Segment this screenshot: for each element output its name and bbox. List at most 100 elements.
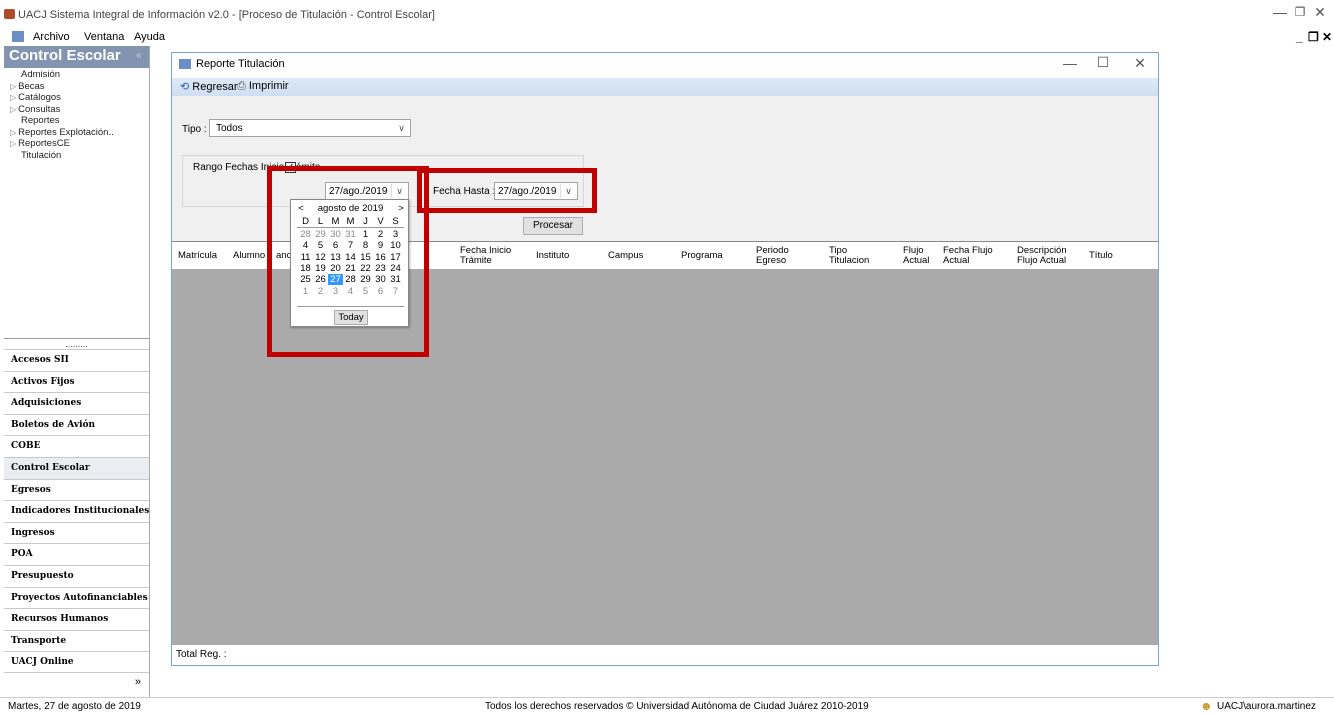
- more-modules-button[interactable]: »: [4, 672, 149, 695]
- tree-item-label: Reportes: [21, 115, 60, 126]
- module-label: Recursos Humanos: [11, 614, 109, 625]
- regresar-label: Regresar: [192, 81, 238, 93]
- tipo-label: Tipo :: [182, 124, 207, 135]
- panel-header: Control Escolar «: [4, 46, 149, 68]
- grid-column-header[interactable]: Descripción Flujo Actual: [1017, 246, 1067, 266]
- tree-item-label: Reportes Explotación..: [18, 126, 114, 138]
- module-button[interactable]: Accesos SII: [4, 349, 149, 371]
- tree-item-label: Becas: [18, 80, 45, 92]
- column-label: Campus: [608, 250, 644, 261]
- module-label: UACJ Online: [11, 657, 74, 668]
- total-label: Total Reg. :: [176, 649, 227, 660]
- chevron-double-down-icon: »: [134, 676, 141, 688]
- status-date: Martes, 27 de agosto de 2019: [8, 701, 141, 712]
- procesar-button[interactable]: Procesar: [523, 217, 583, 235]
- total-bar: Total Reg. :: [172, 644, 1158, 665]
- module-button[interactable]: Proyectos Autofinanciables: [4, 586, 149, 609]
- collapse-panel-icon[interactable]: «: [136, 50, 142, 61]
- column-label: Egreso: [756, 255, 787, 266]
- module-button[interactable]: Egresos: [4, 478, 149, 501]
- module-label: Accesos SII: [11, 355, 69, 365]
- module-label: Presupuesto: [11, 571, 74, 581]
- grid-column-header[interactable]: Instituto: [536, 251, 569, 261]
- module-button[interactable]: UACJ Online: [4, 651, 149, 674]
- module-label: COBE: [11, 441, 41, 452]
- menu-ventana[interactable]: Ventana: [84, 31, 124, 43]
- column-label: Trámite: [460, 255, 492, 266]
- module-button[interactable]: Adquisiciones: [4, 392, 149, 415]
- module-button[interactable]: POA: [4, 543, 149, 566]
- tree-item[interactable]: ▷ Becas: [10, 81, 45, 92]
- module-label: Transporte: [11, 635, 67, 646]
- imprimir-button[interactable]: ⎙ Imprimir: [237, 80, 289, 93]
- module-label: Indicadores Institucionales: [11, 506, 150, 517]
- app-logo-icon: [4, 9, 15, 19]
- menu-bar: [0, 30, 1334, 46]
- child-maximize-icon[interactable]: ☐: [1088, 54, 1118, 71]
- module-label: Control Escolar: [11, 463, 90, 473]
- status-copyright: Todos los derechos reservados © Universi…: [485, 701, 869, 712]
- expand-arrow-icon[interactable]: ▷: [10, 105, 16, 114]
- module-button[interactable]: Indicadores Institucionales: [4, 500, 150, 523]
- panel-header-title: Control Escolar: [9, 47, 121, 64]
- tree-item[interactable]: Admisión: [21, 69, 60, 80]
- module-button[interactable]: Presupuesto: [4, 565, 149, 587]
- module-button[interactable]: Activos Fijos: [4, 370, 149, 393]
- column-label: Actual: [903, 255, 930, 266]
- menu-archivo[interactable]: Archivo: [33, 31, 70, 43]
- expand-arrow-icon[interactable]: ▷: [10, 82, 16, 91]
- regresar-button[interactable]: ⟲ Regresar: [180, 80, 238, 93]
- grid-column-header[interactable]: Periodo Egreso: [756, 246, 789, 266]
- mdi-window-icon: [12, 31, 24, 42]
- module-button[interactable]: COBE: [4, 435, 149, 458]
- column-label: Título: [1089, 250, 1113, 261]
- tree-item[interactable]: ▷ ReportesCE: [10, 138, 70, 149]
- grid-column-header[interactable]: Campus: [608, 251, 643, 261]
- expand-arrow-icon[interactable]: ▷: [10, 139, 16, 148]
- toolbar: [172, 78, 1158, 97]
- tree-item-label: Admisión: [21, 69, 61, 80]
- module-button[interactable]: Control Escolar: [4, 457, 149, 479]
- back-icon: ⟲: [180, 81, 190, 93]
- grid-column-header[interactable]: Tipo Titulacion: [829, 246, 869, 266]
- chevron-down-icon: ∨: [398, 123, 405, 133]
- mdi-minimize-icon[interactable]: _: [1296, 30, 1303, 44]
- tipo-value: Todos: [216, 123, 243, 134]
- column-label: Instituto: [536, 250, 570, 261]
- annotation-box-calendar: [267, 166, 429, 357]
- module-label: Adquisiciones: [11, 398, 82, 409]
- expand-arrow-icon[interactable]: ▷: [10, 93, 16, 102]
- module-button[interactable]: Transporte: [4, 629, 149, 652]
- app-title: UACJ Sistema Integral de Información v2.…: [18, 9, 435, 21]
- grid-column-header[interactable]: Fecha Flujo Actual: [943, 246, 993, 266]
- column-label: Actual: [943, 255, 970, 266]
- grid-column-header[interactable]: Título: [1089, 251, 1113, 261]
- grid-column-header[interactable]: Fecha Inicio Trámite: [460, 246, 511, 266]
- imprimir-label: Imprimir: [248, 80, 289, 92]
- grid-column-header[interactable]: Alumno: [233, 251, 265, 261]
- column-label: Matrícula: [178, 250, 218, 261]
- tree-item[interactable]: Titulación: [21, 150, 61, 161]
- module-button[interactable]: Ingresos: [4, 521, 149, 544]
- module-button[interactable]: Recursos Humanos: [4, 608, 149, 631]
- tree-item[interactable]: Reportes: [21, 115, 60, 126]
- tree-item[interactable]: ▷ Reportes Explotación..: [10, 127, 114, 138]
- child-minimize-icon[interactable]: —: [1055, 55, 1085, 71]
- mdi-close-icon[interactable]: ✕: [1322, 30, 1332, 44]
- grid-column-header[interactable]: Matrícula: [178, 251, 217, 261]
- close-icon[interactable]: ✕: [1305, 4, 1334, 21]
- tree-item-label: Titulación: [21, 149, 62, 161]
- column-label: Flujo Actual: [1017, 255, 1067, 266]
- mdi-restore-icon[interactable]: ❐: [1308, 30, 1319, 44]
- panel-splitter[interactable]: .........: [4, 338, 149, 349]
- grid-column-header[interactable]: Programa: [681, 251, 723, 261]
- expand-arrow-icon[interactable]: ▷: [10, 128, 16, 137]
- module-label: Proyectos Autofinanciables: [11, 592, 148, 603]
- tree-item[interactable]: ▷ Catálogos: [10, 92, 61, 103]
- tipo-select[interactable]: Todos ∨: [209, 119, 411, 137]
- module-button[interactable]: Boletos de Avión: [4, 413, 149, 436]
- child-close-icon[interactable]: ✕: [1125, 55, 1155, 72]
- menu-ayuda[interactable]: Ayuda: [134, 31, 165, 43]
- tree-item[interactable]: ▷ Consultas: [10, 104, 60, 115]
- grid-column-header[interactable]: Flujo Actual: [903, 246, 929, 266]
